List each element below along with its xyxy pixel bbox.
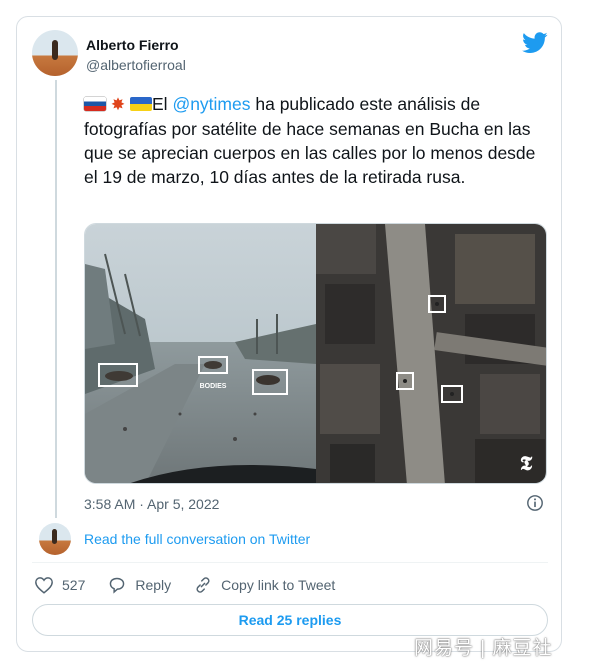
like-button[interactable]: 527 xyxy=(34,576,85,594)
tweet-actions: 527 Reply Copy link to Tweet xyxy=(34,574,357,596)
thread-line xyxy=(55,80,57,518)
like-count: 527 xyxy=(62,577,86,593)
bodies-overlay-label: BODIES xyxy=(200,383,227,390)
nyt-logo: 𝕿 xyxy=(520,453,533,475)
author-avatar[interactable] xyxy=(32,30,78,76)
tweet-media[interactable]: BODIES 𝕿 xyxy=(84,223,547,484)
heart-icon xyxy=(35,577,53,594)
reply-label: Reply xyxy=(135,577,172,593)
info-icon[interactable] xyxy=(526,494,544,512)
twitter-bird-icon[interactable] xyxy=(522,32,548,54)
russia-flag-icon xyxy=(84,97,106,111)
tweet-timestamp[interactable]: 3:58 AM · Apr 5, 2022 xyxy=(84,496,219,512)
read-full-conversation-link[interactable]: Read the full conversation on Twitter xyxy=(84,531,310,547)
divider xyxy=(32,562,548,563)
reply-button[interactable]: Reply xyxy=(107,576,171,594)
avatar-figure xyxy=(52,529,57,544)
read-replies-button[interactable]: Read 25 replies xyxy=(32,604,548,636)
copy-link-button[interactable]: Copy link to Tweet xyxy=(193,576,335,594)
conversation-avatar[interactable] xyxy=(39,523,71,555)
watermark: 网易号 | 麻豆社 xyxy=(414,638,553,659)
avatar-figure xyxy=(52,40,58,60)
ukraine-flag-icon xyxy=(130,97,152,111)
tweet-text: ✸ El @nytimes ha publicado este análisis… xyxy=(84,92,544,189)
author-display-name[interactable]: Alberto Fierro xyxy=(86,37,179,53)
tweet-text-intro: El xyxy=(152,94,173,114)
copy-link-label: Copy link to Tweet xyxy=(221,577,336,593)
mention-link[interactable]: @nytimes xyxy=(172,94,250,114)
satellite-image: 𝕿 xyxy=(316,224,546,483)
reply-icon xyxy=(110,577,125,594)
link-icon xyxy=(196,577,210,593)
collision-icon: ✸ xyxy=(110,95,126,114)
street-photo: BODIES xyxy=(85,224,316,483)
author-handle[interactable]: @albertofierroal xyxy=(86,57,186,73)
